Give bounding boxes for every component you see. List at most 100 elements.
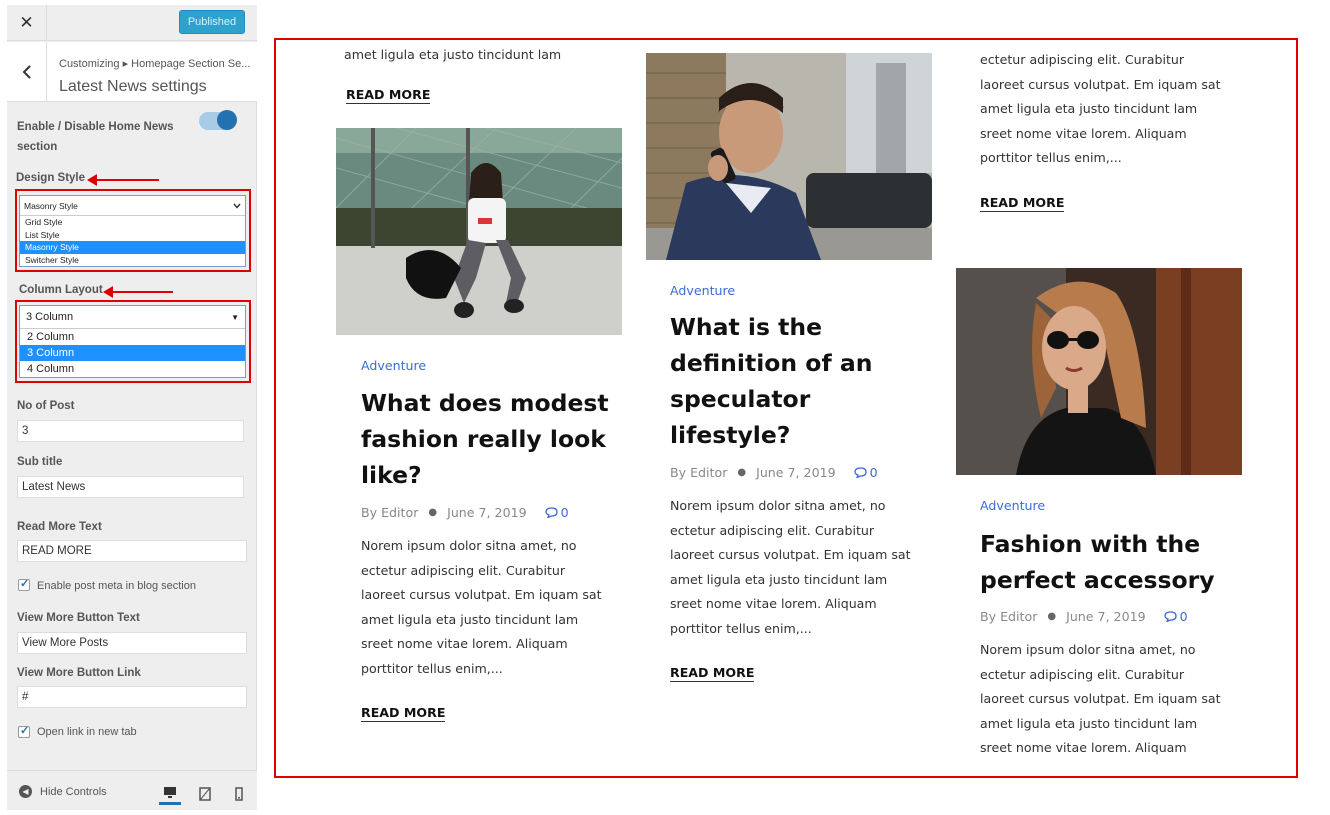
post-excerpt-line: amet ligula eta justo tincidunt lam: [361, 611, 579, 627]
post-author[interactable]: By Editor: [361, 505, 418, 520]
section-header: Customizing ▸ Homepage Section Se... Lat…: [7, 42, 257, 102]
design-style-selected[interactable]: Masonry Style: [20, 196, 245, 216]
customizer-footer: ◀ Hide Controls: [7, 770, 257, 810]
sub-title-input[interactable]: Latest News: [17, 476, 244, 498]
customizer-topbar: ✕ Published: [7, 5, 257, 41]
close-icon[interactable]: ✕: [7, 5, 47, 41]
desktop-preview-icon[interactable]: [159, 783, 181, 805]
hide-controls-button[interactable]: ◀ Hide Controls: [19, 785, 107, 798]
publish-button[interactable]: Published: [179, 10, 245, 34]
post-comments[interactable]: 0: [544, 505, 569, 520]
separator-dot: ●: [428, 507, 438, 518]
read-more-link[interactable]: READ MORE: [980, 195, 1065, 212]
toggle-label: Enable / Disable Home News section: [17, 121, 174, 153]
post-excerpt-line: ectetur adipiscing elit. Curabitur: [980, 52, 1185, 67]
post-image[interactable]: [336, 128, 622, 335]
post-excerpt-line: ectetur adipiscing elit. Curabitur: [980, 666, 1185, 682]
post-title-line: like?: [361, 461, 422, 489]
post-category[interactable]: Adventure: [361, 358, 426, 373]
design-option-grid[interactable]: Grid Style: [20, 216, 245, 229]
post-title-line: perfect accessory: [980, 566, 1215, 594]
enable-news-toggle[interactable]: [199, 110, 237, 130]
post-excerpt-line: laoreet cursus volutpat. Em iquam sat: [361, 587, 602, 602]
column-option-3[interactable]: 3 Column: [20, 345, 245, 361]
read-more-text-input[interactable]: READ MORE: [17, 540, 247, 562]
design-style-label: Design Style: [16, 172, 86, 184]
post-excerpt-line: amet ligula eta justo tincidunt lam: [980, 715, 1198, 731]
mobile-preview-icon[interactable]: [228, 783, 250, 805]
post-title-line: lifestyle?: [670, 421, 791, 449]
panel-title: Latest News settings: [59, 78, 207, 95]
new-tab-checkbox[interactable]: [18, 724, 30, 738]
comment-count: 0: [1179, 609, 1188, 624]
post-date[interactable]: June 7, 2019: [447, 505, 527, 520]
post-title[interactable]: Fashion with the perfect accessory: [980, 526, 1215, 598]
post-title[interactable]: What is the definition of an speculator …: [670, 309, 872, 453]
breadcrumb: Customizing ▸ Homepage Section Se...: [59, 58, 251, 70]
post-excerpt-line: amet ligula eta justo tincidunt lam: [980, 101, 1198, 116]
view-more-text-label: View More Button Text: [17, 612, 140, 624]
post-meta-checkbox[interactable]: [18, 577, 30, 591]
post-excerpt-line: laoreet cursus volutpat. Em iquam sat: [980, 76, 1221, 92]
view-more-link-input[interactable]: #: [17, 686, 247, 708]
new-tab-checkbox-label: Open link in new tab: [37, 726, 137, 738]
post-excerpt-line: sreet nome vitae lorem. Aliquam: [980, 125, 1187, 141]
post-category[interactable]: Adventure: [980, 498, 1045, 513]
toggle-knob: [217, 110, 237, 130]
design-style-select[interactable]: Masonry Style Grid Style List Style Maso…: [19, 195, 246, 267]
post-excerpt-line: Norem ipsum dolor sitna amet, no: [670, 498, 886, 513]
column-option-4[interactable]: 4 Column: [20, 361, 245, 377]
customizer-sidebar: ✕ Published Customizing ▸ Homepage Secti…: [7, 5, 257, 810]
post-excerpt-line: ectetur adipiscing elit. Curabitur: [670, 522, 875, 538]
post-excerpt-line: laoreet cursus volutpat. Em iquam sat: [670, 547, 911, 562]
design-option-list[interactable]: List Style: [20, 229, 245, 242]
sub-title-label: Sub title: [17, 456, 63, 468]
comment-icon: [1163, 611, 1177, 622]
chevron-left-icon: [22, 65, 31, 79]
column-layout-select[interactable]: 3 Column ▼ 2 Column 3 Column 4 Column: [19, 305, 246, 378]
post-image[interactable]: [646, 53, 932, 260]
comment-count: 0: [869, 465, 878, 480]
post-date[interactable]: June 7, 2019: [756, 465, 836, 480]
post-image[interactable]: [956, 268, 1242, 475]
tablet-preview-icon[interactable]: [194, 783, 216, 805]
column-layout-selected[interactable]: 3 Column ▼: [20, 306, 245, 329]
post-excerpt: Norem ipsum dolor sitna amet, no ectetur…: [980, 638, 1221, 761]
design-option-switcher[interactable]: Switcher Style: [20, 254, 245, 267]
post-excerpt: Norem ipsum dolor sitna amet, no ectetur…: [361, 534, 602, 681]
post-excerpt-line: porttitor tellus enim,...: [980, 150, 1122, 165]
post-meta: By Editor ● June 7, 2019 0: [670, 465, 878, 480]
post-author[interactable]: By Editor: [670, 465, 727, 480]
post-title-line: Fashion with the: [980, 530, 1201, 558]
separator-dot: ●: [737, 467, 747, 478]
separator-dot: ●: [1047, 611, 1057, 622]
post-excerpt-line: porttitor tellus enim,...: [361, 660, 503, 676]
post-excerpt: ectetur adipiscing elit. Curabitur laore…: [980, 48, 1221, 171]
design-option-masonry[interactable]: Masonry Style: [20, 241, 245, 254]
hide-controls-label: Hide Controls: [40, 785, 107, 798]
post-excerpt-line: sreet nome vitae lorem. Aliquam: [361, 636, 568, 651]
comment-count: 0: [560, 505, 569, 520]
read-more-link[interactable]: READ MORE: [670, 665, 755, 682]
no-of-post-label: No of Post: [17, 400, 75, 412]
post-title-line: What is the: [670, 313, 823, 341]
read-more-link[interactable]: READ MORE: [361, 705, 446, 722]
post-date[interactable]: June 7, 2019: [1066, 609, 1146, 624]
post-title-line: definition of an: [670, 349, 873, 377]
post-excerpt-line: ectetur adipiscing elit. Curabitur: [361, 562, 566, 578]
post-comments[interactable]: 0: [853, 465, 878, 480]
read-more-link[interactable]: READ MORE: [346, 87, 431, 104]
post-author[interactable]: By Editor: [980, 609, 1037, 624]
post-category[interactable]: Adventure: [670, 283, 735, 298]
comment-icon: [853, 467, 867, 478]
view-more-text-input[interactable]: View More Posts: [17, 632, 247, 654]
latest-news-section: amet ligula eta justo tincidunt lam READ…: [274, 38, 1298, 778]
no-of-post-input[interactable]: 3: [17, 420, 244, 442]
post-title[interactable]: What does modest fashion really look lik…: [361, 385, 609, 493]
post-excerpt-line: Norem ipsum dolor sitna amet, no: [361, 538, 577, 553]
post-comments[interactable]: 0: [1163, 609, 1188, 624]
back-button[interactable]: [7, 42, 47, 102]
annotation-arrow: [87, 174, 159, 186]
column-option-2[interactable]: 2 Column: [20, 329, 245, 345]
annotation-arrow: [103, 286, 173, 298]
